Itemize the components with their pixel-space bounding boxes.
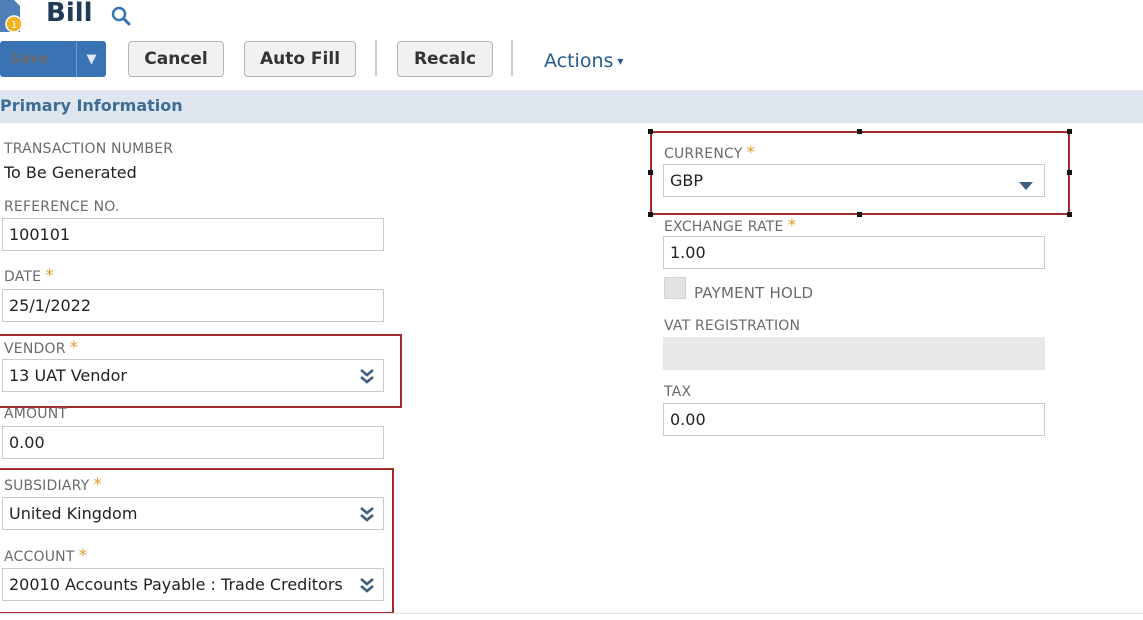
subsidiary-select-value: United Kingdom bbox=[9, 504, 138, 523]
amount-label: AMOUNT bbox=[4, 406, 68, 422]
date-label: DATE * bbox=[4, 266, 54, 286]
save-button-label: Save bbox=[10, 51, 49, 67]
resize-handle bbox=[648, 129, 653, 134]
search-icon[interactable] bbox=[110, 5, 132, 27]
bill-document-icon: 1 bbox=[0, 0, 30, 34]
required-marker: * bbox=[93, 475, 103, 495]
actions-menu[interactable]: Actions ▾ bbox=[544, 50, 623, 72]
vat-registration-input bbox=[663, 337, 1045, 370]
required-marker: * bbox=[45, 266, 54, 286]
account-select-value: 20010 Accounts Payable : Trade Creditors bbox=[9, 575, 343, 594]
currency-label: CURRENCY * bbox=[664, 143, 755, 163]
subsidiary-label: SUBSIDIARY * bbox=[4, 475, 102, 495]
date-label-text: DATE bbox=[4, 269, 42, 285]
reference-no-label: REFERENCE NO. bbox=[4, 199, 120, 215]
date-input[interactable]: 25/1/2022 bbox=[2, 289, 384, 322]
double-chevron-down-icon[interactable] bbox=[359, 368, 375, 384]
section-bottom-divider bbox=[0, 613, 1143, 614]
vat-registration-label: VAT REGISTRATION bbox=[664, 318, 801, 334]
save-button[interactable]: Save ▼ bbox=[0, 41, 106, 77]
exchange-rate-input[interactable]: 1.00 bbox=[663, 236, 1045, 269]
tax-label: TAX bbox=[664, 384, 692, 400]
double-chevron-down-icon[interactable] bbox=[359, 577, 375, 593]
subsidiary-select[interactable]: United Kingdom bbox=[2, 497, 384, 530]
vendor-select[interactable]: 13 UAT Vendor bbox=[2, 359, 384, 392]
transaction-number-value: To Be Generated bbox=[4, 163, 137, 182]
resize-handle bbox=[648, 170, 653, 175]
tax-input[interactable]: 0.00 bbox=[663, 403, 1045, 436]
recalc-button[interactable]: Recalc bbox=[397, 41, 493, 77]
account-label: ACCOUNT * bbox=[4, 546, 87, 566]
required-marker: * bbox=[69, 338, 79, 358]
auto-fill-button[interactable]: Auto Fill bbox=[244, 41, 356, 77]
toolbar-divider bbox=[375, 40, 377, 76]
account-select[interactable]: 20010 Accounts Payable : Trade Creditors bbox=[2, 568, 384, 601]
resize-handle bbox=[857, 129, 862, 134]
vendor-select-value: 13 UAT Vendor bbox=[9, 366, 127, 385]
amount-input[interactable]: 0.00 bbox=[2, 426, 384, 459]
resize-handle bbox=[1067, 170, 1072, 175]
vendor-label: VENDOR * bbox=[4, 338, 78, 358]
resize-handle bbox=[857, 212, 862, 217]
exchange-rate-label: EXCHANGE RATE * bbox=[664, 216, 796, 236]
subsidiary-label-text: SUBSIDIARY bbox=[4, 478, 90, 494]
caret-down-icon: ▾ bbox=[617, 54, 624, 68]
caret-down-icon[interactable] bbox=[1018, 176, 1034, 195]
transaction-number-label: TRANSACTION NUMBER bbox=[4, 141, 174, 157]
cancel-button[interactable]: Cancel bbox=[128, 41, 224, 77]
resize-handle bbox=[1067, 129, 1072, 134]
reference-no-input[interactable]: 100101 bbox=[2, 218, 384, 251]
required-marker: * bbox=[78, 546, 88, 566]
save-dropdown-arrow-icon[interactable]: ▼ bbox=[77, 52, 106, 67]
exchange-rate-label-text: EXCHANGE RATE bbox=[664, 219, 784, 235]
payment-hold-label: PAYMENT HOLD bbox=[694, 284, 814, 302]
svg-text:1: 1 bbox=[11, 20, 17, 31]
toolbar-divider bbox=[511, 40, 513, 76]
double-chevron-down-icon[interactable] bbox=[359, 506, 375, 522]
required-marker: * bbox=[787, 216, 797, 236]
section-title: Primary Information bbox=[0, 96, 183, 115]
currency-label-text: CURRENCY bbox=[664, 146, 743, 162]
currency-select[interactable]: GBP bbox=[663, 164, 1045, 197]
page-title: Bill bbox=[46, 0, 93, 28]
payment-hold-checkbox[interactable] bbox=[664, 277, 686, 299]
resize-handle bbox=[648, 212, 653, 217]
account-label-text: ACCOUNT bbox=[4, 549, 75, 565]
resize-handle bbox=[1067, 212, 1072, 217]
currency-select-value: GBP bbox=[670, 171, 704, 190]
required-marker: * bbox=[746, 143, 756, 163]
actions-menu-label: Actions bbox=[544, 50, 614, 72]
vendor-label-text: VENDOR bbox=[4, 341, 66, 357]
